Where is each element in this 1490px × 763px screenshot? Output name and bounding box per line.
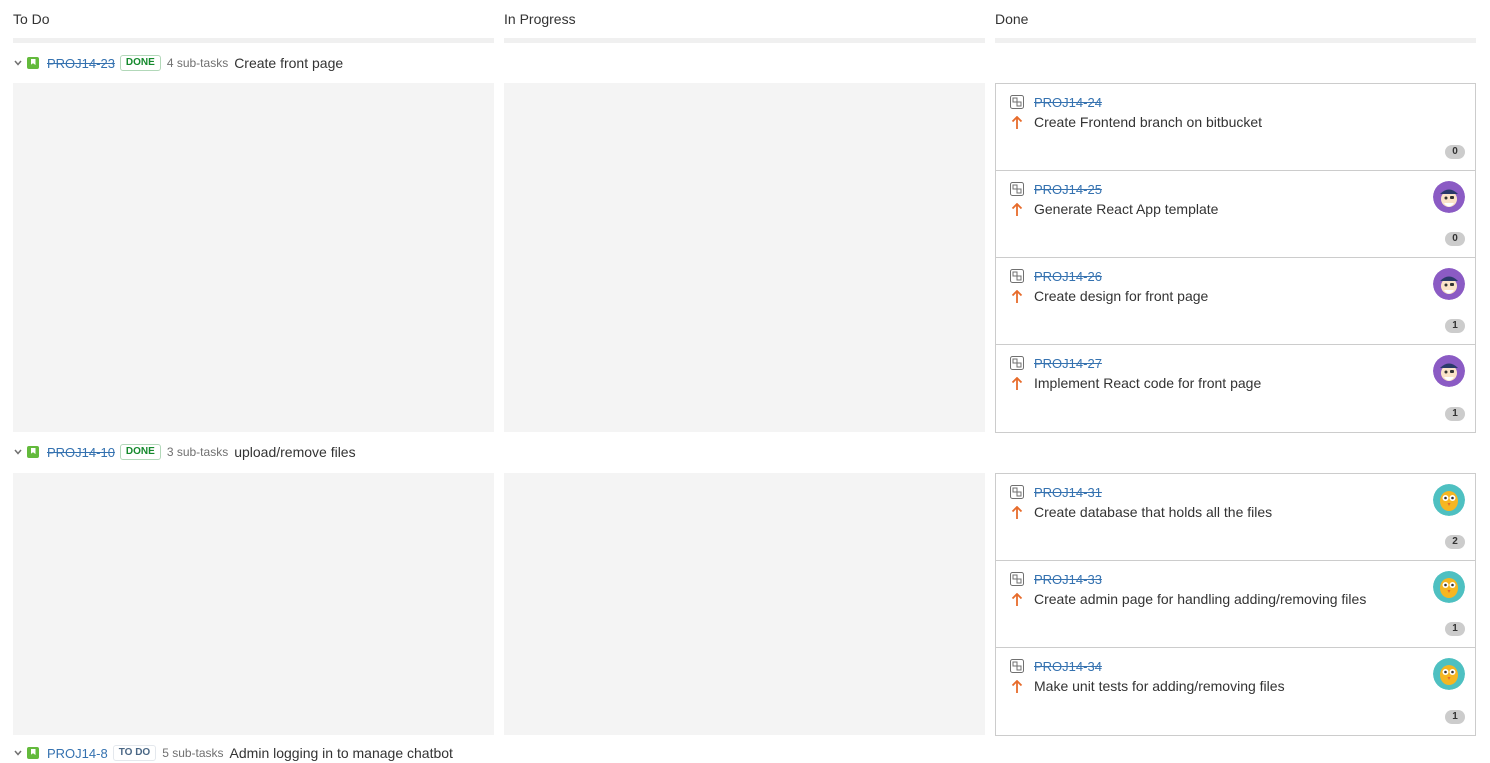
column-header-label: In Progress bbox=[504, 11, 576, 27]
column-header-in-progress: In Progress bbox=[504, 0, 985, 36]
parent-issue-key[interactable]: PROJ14-10 bbox=[47, 445, 115, 460]
priority-high-arrow-icon bbox=[1011, 203, 1023, 216]
subtask-icon bbox=[1010, 356, 1024, 370]
subtask-icon bbox=[1010, 572, 1024, 586]
estimate-badge: 0 bbox=[1445, 145, 1465, 159]
subtask-icon bbox=[1010, 95, 1024, 109]
priority-high-arrow-icon bbox=[1011, 377, 1023, 390]
assignee-avatar[interactable] bbox=[1433, 355, 1465, 387]
issue-key-link[interactable]: PROJ14-33 bbox=[1034, 572, 1102, 587]
estimate-badge: 2 bbox=[1445, 535, 1465, 549]
column-header-done: Done bbox=[995, 0, 1476, 36]
estimate-badge: 0 bbox=[1445, 232, 1465, 246]
priority-high-arrow-icon bbox=[1011, 116, 1023, 129]
swimlane-header[interactable]: PROJ14-8 TO DO 5 sub-tasks Admin logging… bbox=[13, 743, 453, 763]
done-column-cards: PROJ14-31 Create database that holds all… bbox=[995, 473, 1476, 736]
assignee-avatar[interactable] bbox=[1433, 181, 1465, 213]
status-badge: TO DO bbox=[112, 745, 157, 761]
issue-summary: Make unit tests for adding/removing file… bbox=[1034, 678, 1285, 694]
chevron-down-icon[interactable] bbox=[13, 447, 23, 457]
story-icon bbox=[27, 446, 39, 458]
issue-card[interactable]: PROJ14-27 Implement React code for front… bbox=[996, 345, 1475, 432]
estimate-badge: 1 bbox=[1445, 319, 1465, 333]
subtask-count: 4 sub-tasks bbox=[166, 56, 229, 70]
story-icon bbox=[27, 57, 39, 69]
parent-issue-key[interactable]: PROJ14-8 bbox=[47, 746, 108, 761]
subtask-icon bbox=[1010, 269, 1024, 283]
issue-key-link[interactable]: PROJ14-24 bbox=[1034, 95, 1102, 110]
swimlane-title: upload/remove files bbox=[234, 444, 356, 460]
issue-summary: Create design for front page bbox=[1034, 288, 1209, 304]
estimate-badge: 1 bbox=[1445, 710, 1465, 724]
subtask-count: 3 sub-tasks bbox=[166, 445, 229, 459]
issue-key-link[interactable]: PROJ14-26 bbox=[1034, 269, 1102, 284]
status-badge: DONE bbox=[119, 55, 161, 71]
chevron-down-icon[interactable] bbox=[13, 748, 23, 758]
issue-key-link[interactable]: PROJ14-34 bbox=[1034, 659, 1102, 674]
status-badge: DONE bbox=[119, 444, 161, 460]
priority-high-arrow-icon bbox=[1011, 680, 1023, 693]
issue-card[interactable]: PROJ14-31 Create database that holds all… bbox=[996, 474, 1475, 561]
todo-column-cell bbox=[13, 473, 494, 735]
issue-summary: Implement React code for front page bbox=[1034, 375, 1262, 391]
assignee-avatar[interactable] bbox=[1433, 658, 1465, 690]
column-header-label: Done bbox=[995, 11, 1029, 27]
issue-card[interactable]: PROJ14-25 Generate React App template 0 bbox=[996, 171, 1475, 258]
issue-key-link[interactable]: PROJ14-27 bbox=[1034, 356, 1102, 371]
priority-high-arrow-icon bbox=[1011, 593, 1023, 606]
swimlane-title: Admin logging in to manage chatbot bbox=[229, 745, 453, 761]
assignee-avatar[interactable] bbox=[1433, 268, 1465, 300]
subtask-icon bbox=[1010, 182, 1024, 196]
issue-summary: Generate React App template bbox=[1034, 201, 1219, 217]
parent-issue-key[interactable]: PROJ14-23 bbox=[47, 56, 115, 71]
swimlane-header[interactable]: PROJ14-10 DONE 3 sub-tasks upload/remove… bbox=[13, 442, 356, 462]
done-column-cards: PROJ14-24 Create Frontend branch on bitb… bbox=[995, 83, 1476, 433]
column-header-todo: To Do bbox=[13, 0, 494, 36]
estimate-badge: 1 bbox=[1445, 407, 1465, 421]
in-progress-column-cell bbox=[504, 473, 985, 735]
column-header-label: To Do bbox=[13, 11, 50, 27]
issue-card[interactable]: PROJ14-34 Make unit tests for adding/rem… bbox=[996, 648, 1475, 735]
issue-key-link[interactable]: PROJ14-25 bbox=[1034, 182, 1102, 197]
swimlane-header[interactable]: PROJ14-23 DONE 4 sub-tasks Create front … bbox=[13, 53, 343, 73]
column-divider bbox=[13, 38, 494, 43]
story-icon bbox=[27, 747, 39, 759]
column-divider bbox=[504, 38, 985, 43]
issue-card[interactable]: PROJ14-24 Create Frontend branch on bitb… bbox=[996, 84, 1475, 171]
issue-summary: Create Frontend branch on bitbucket bbox=[1034, 114, 1263, 130]
priority-high-arrow-icon bbox=[1011, 290, 1023, 303]
assignee-avatar[interactable] bbox=[1433, 484, 1465, 516]
column-divider bbox=[995, 38, 1476, 43]
issue-card[interactable]: PROJ14-33 Create admin page for handling… bbox=[996, 561, 1475, 648]
issue-key-link[interactable]: PROJ14-31 bbox=[1034, 485, 1102, 500]
subtask-icon bbox=[1010, 485, 1024, 499]
priority-high-arrow-icon bbox=[1011, 506, 1023, 519]
issue-card[interactable]: PROJ14-26 Create design for front page 1 bbox=[996, 258, 1475, 345]
subtask-icon bbox=[1010, 659, 1024, 673]
subtask-count: 5 sub-tasks bbox=[162, 746, 224, 760]
swimlane-title: Create front page bbox=[234, 55, 344, 71]
assignee-avatar[interactable] bbox=[1433, 571, 1465, 603]
estimate-badge: 1 bbox=[1445, 622, 1465, 636]
issue-summary: Create database that holds all the files bbox=[1034, 504, 1273, 520]
in-progress-column-cell bbox=[504, 83, 985, 432]
issue-summary: Create admin page for handling adding/re… bbox=[1034, 591, 1367, 607]
chevron-down-icon[interactable] bbox=[13, 58, 23, 68]
todo-column-cell bbox=[13, 83, 494, 432]
